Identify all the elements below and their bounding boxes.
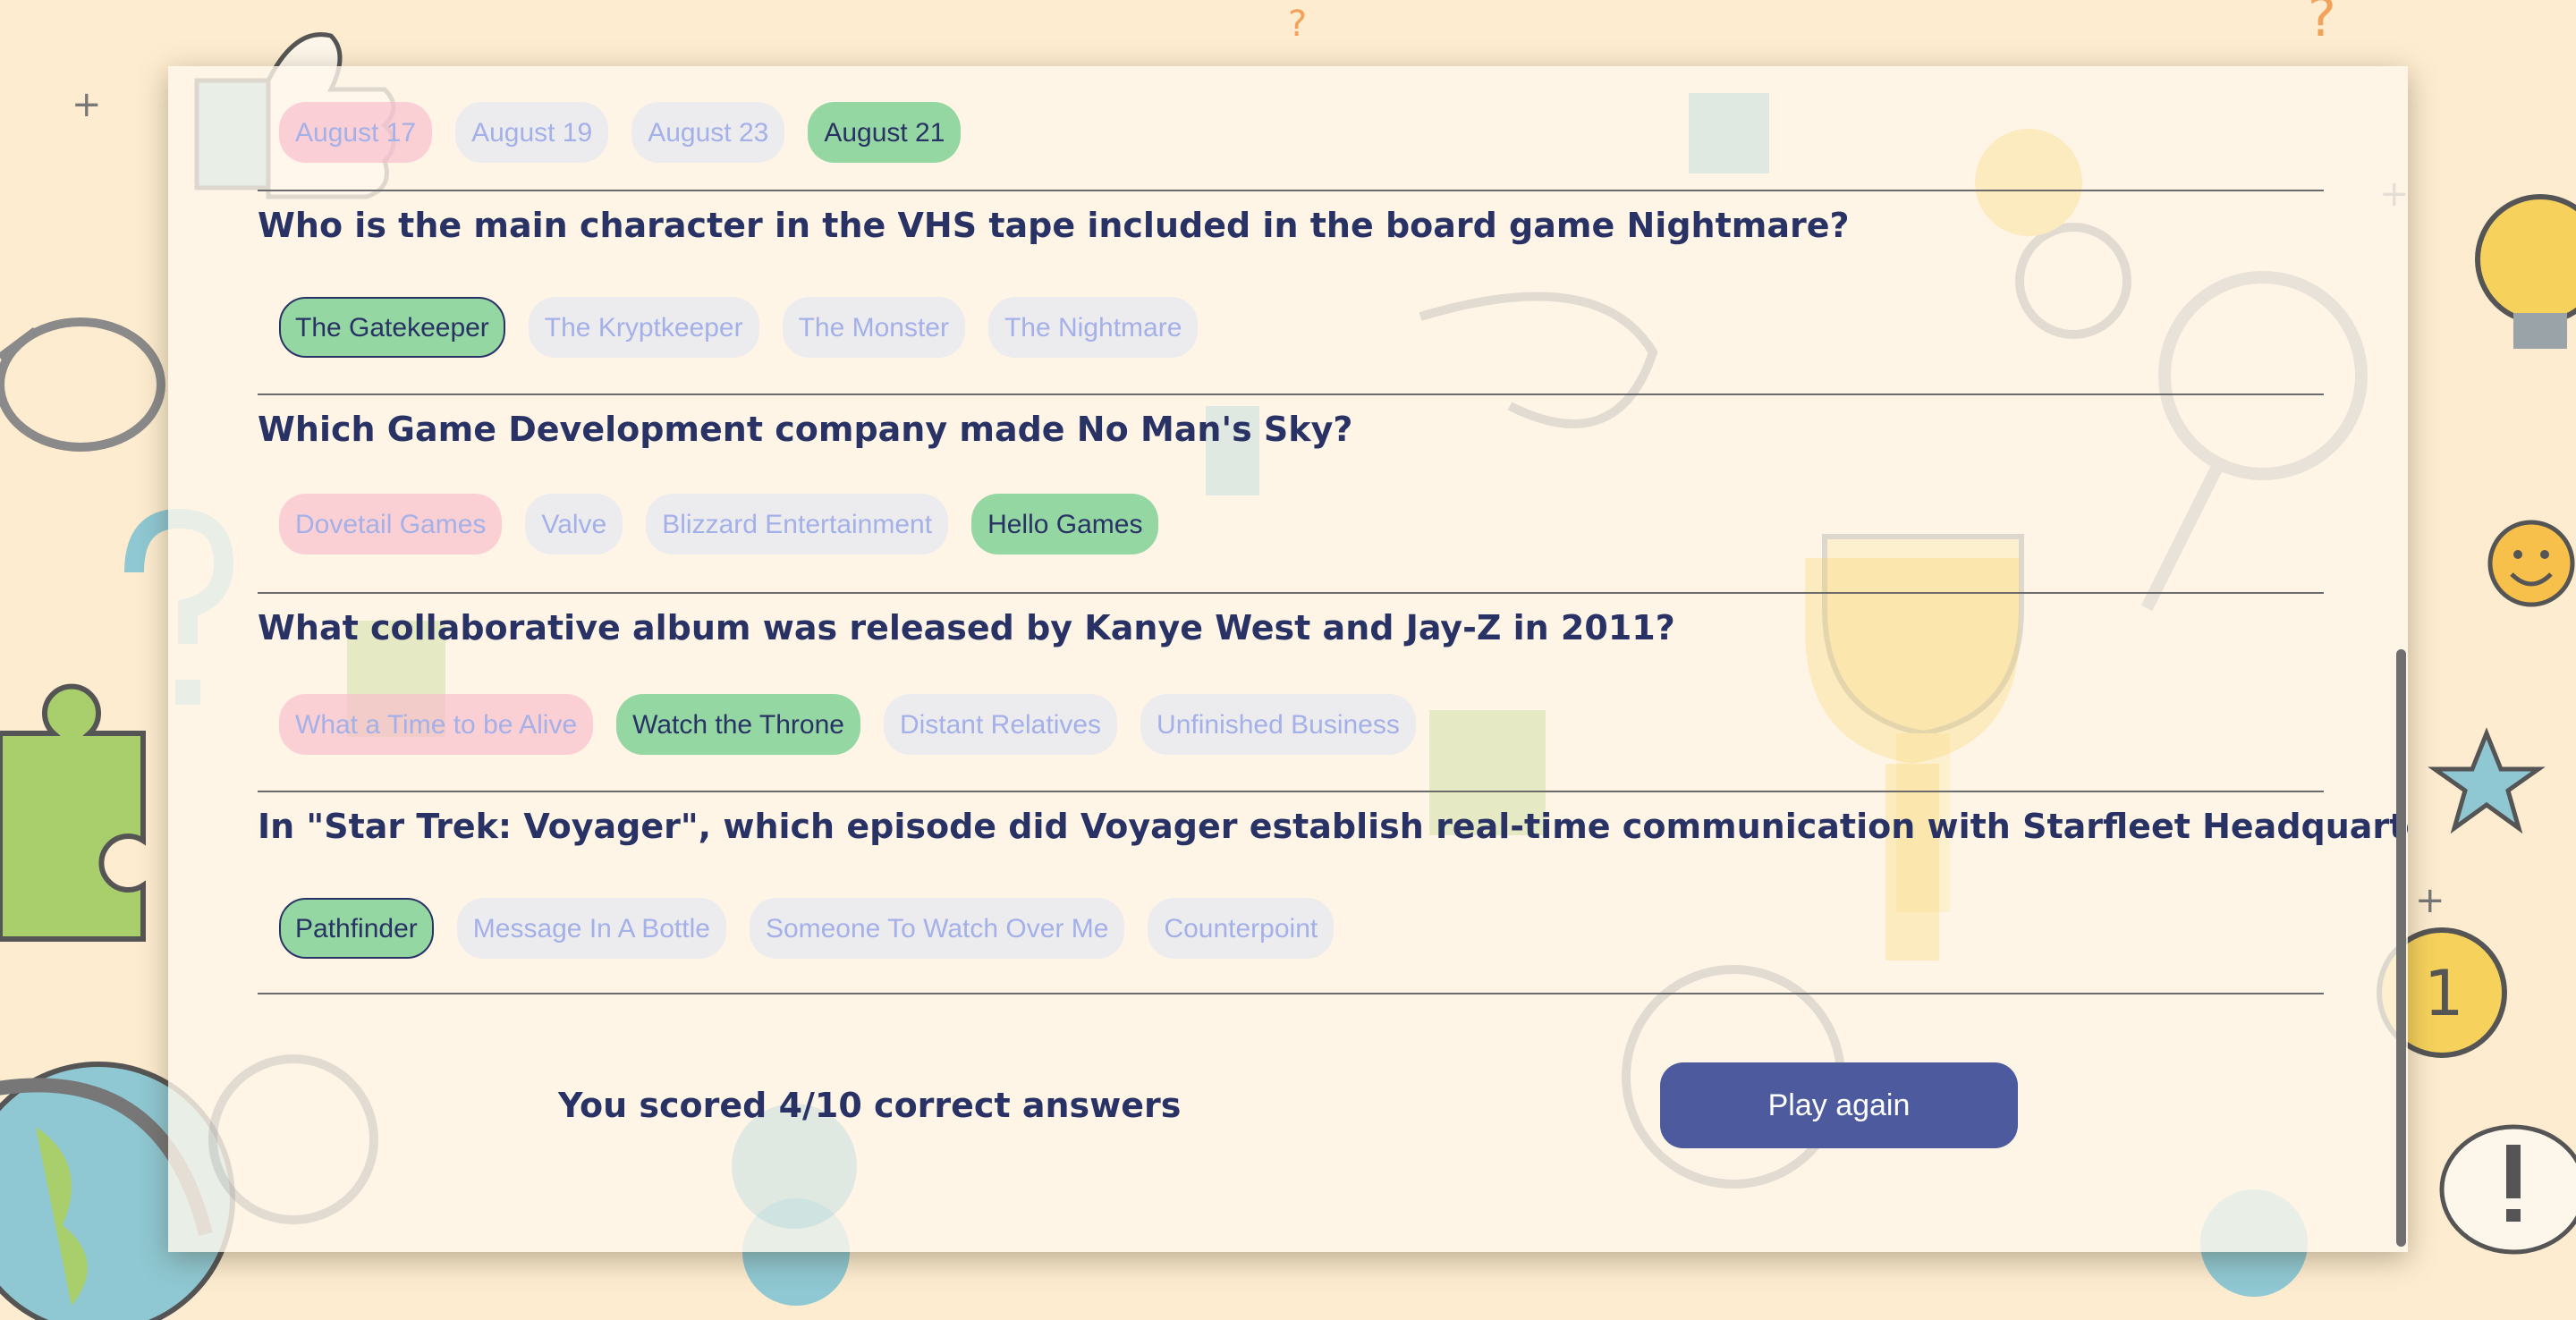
quiz-results-card: August 17 August 19 August 23 August 21 …	[168, 66, 2408, 1252]
question-title: In "Star Trek: Voyager", which episode d…	[258, 807, 2408, 846]
play-again-button[interactable]: Play again	[1660, 1062, 2018, 1148]
answer-option[interactable]: What a Time to be Alive	[279, 694, 594, 755]
svg-text:+: +	[72, 84, 102, 125]
exclamation-icon	[2439, 1124, 2576, 1255]
answer-options: What a Time to be Alive Watch the Throne…	[268, 694, 1416, 755]
answer-option[interactable]: Valve	[525, 494, 623, 554]
answer-option[interactable]: Dovetail Games	[279, 494, 503, 554]
answer-options: August 17 August 19 August 23 August 21	[268, 102, 962, 163]
question-title: Who is the main character in the VHS tap…	[258, 206, 1850, 245]
answer-option[interactable]: The Gatekeeper	[279, 297, 505, 358]
answer-option[interactable]: August 21	[808, 102, 962, 163]
question-block: In "Star Trek: Voyager", which episode d…	[258, 791, 2408, 994]
question-block: Who is the main character in the VHS tap…	[258, 190, 2324, 395]
question-block: August 17 August 19 August 23 August 21	[258, 66, 2324, 191]
question-block: What collaborative album was released by…	[258, 592, 2324, 792]
svg-text:1: 1	[2424, 957, 2464, 1030]
svg-text:?: ?	[2308, 0, 2336, 49]
answer-options: The Gatekeeper The Kryptkeeper The Monst…	[268, 297, 1199, 358]
answer-option[interactable]: Watch the Throne	[616, 694, 860, 755]
answer-option[interactable]: Message In A Bottle	[456, 898, 726, 959]
question-title: Which Game Development company made No M…	[258, 410, 1353, 449]
scrollbar-thumb[interactable]	[2396, 649, 2406, 1247]
answer-option[interactable]: Hello Games	[971, 494, 1159, 554]
answer-option[interactable]: Blizzard Entertainment	[646, 494, 949, 554]
answer-option[interactable]: Someone To Watch Over Me	[749, 898, 1125, 959]
question-title: What collaborative album was released by…	[258, 608, 1675, 647]
svg-text:?: ?	[1288, 4, 1307, 45]
score-text: You scored 4/10 correct answers	[558, 1086, 1182, 1125]
answer-option[interactable]: The Kryptkeeper	[528, 297, 759, 358]
answer-options: Dovetail Games Valve Blizzard Entertainm…	[268, 494, 1159, 554]
question-block: Which Game Development company made No M…	[258, 393, 2324, 594]
answer-option[interactable]: Counterpoint	[1148, 898, 1335, 959]
answer-option[interactable]: Unfinished Business	[1140, 694, 1416, 755]
answer-options: Pathfinder Message In A Bottle Someone T…	[268, 898, 1335, 959]
svg-text:+: +	[2415, 880, 2445, 921]
smiley-icon	[2487, 520, 2575, 607]
answer-option[interactable]: The Nightmare	[987, 297, 1199, 358]
answer-option[interactable]: The Monster	[782, 297, 965, 358]
answer-option[interactable]: August 23	[631, 102, 785, 163]
answer-option[interactable]: Pathfinder	[279, 898, 434, 959]
answer-option[interactable]: Distant Relatives	[883, 694, 1118, 755]
answer-option[interactable]: August 19	[455, 102, 609, 163]
answer-option[interactable]: August 17	[279, 102, 433, 163]
results-footer: You scored 4/10 correct answers Play aga…	[168, 1062, 2408, 1152]
